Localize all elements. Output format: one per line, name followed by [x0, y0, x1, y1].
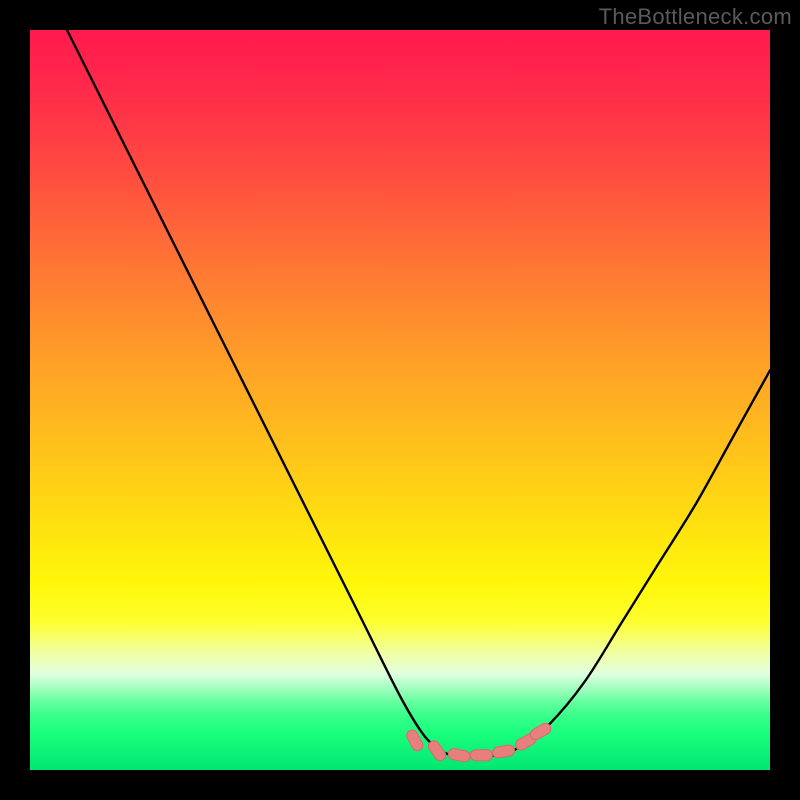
bottleneck-curve [67, 30, 770, 756]
watermark-text: TheBottleneck.com [599, 4, 792, 30]
marker-group [405, 721, 553, 763]
flat-marker-5 [492, 744, 516, 758]
flat-marker-4 [470, 750, 492, 761]
chart-svg [30, 30, 770, 770]
flat-marker-3 [447, 748, 471, 763]
chart-frame: TheBottleneck.com [0, 0, 800, 800]
flat-marker-2 [426, 739, 448, 763]
plot-area [30, 30, 770, 770]
flat-marker-7 [528, 721, 553, 741]
